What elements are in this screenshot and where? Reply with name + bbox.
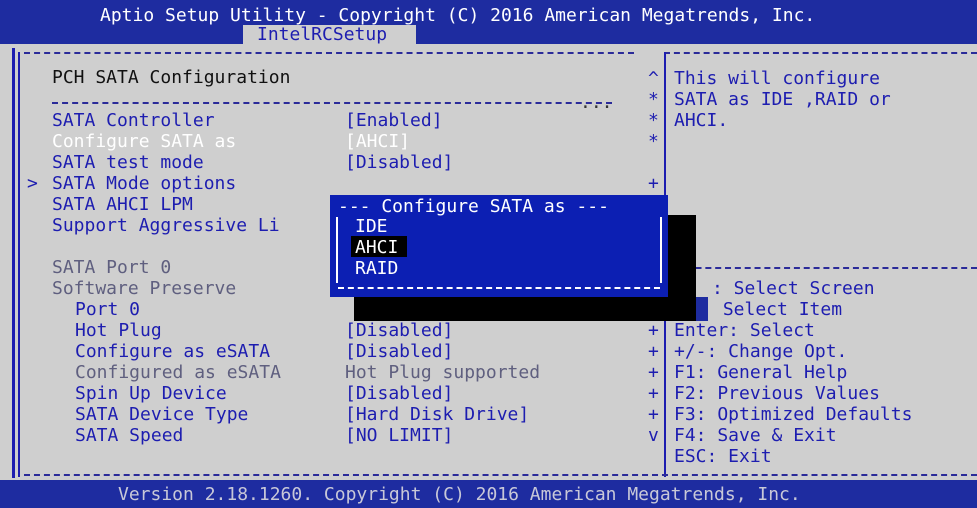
top-border-right <box>664 52 977 54</box>
popup-shadow-bottom <box>354 297 696 321</box>
footer-text: Version 2.18.1260. Copyright (C) 2016 Am… <box>118 484 801 505</box>
row-spin-up-value[interactable]: [Disabled] <box>345 383 453 404</box>
popup-option-raid[interactable]: RAID <box>355 258 398 279</box>
tab-intelrcsetup[interactable]: IntelRCSetup <box>243 24 416 45</box>
row-configure-sata-value[interactable]: [AHCI] <box>345 131 410 152</box>
help-line: AHCI. <box>674 110 729 131</box>
row-sata-ahci-lpm-label[interactable]: SATA AHCI LPM <box>52 194 193 215</box>
row-sata-controller-label[interactable]: SATA Controller <box>52 110 215 131</box>
row-configure-esata-value[interactable]: [Disabled] <box>345 341 453 362</box>
bios-screen: Aptio Setup Utility - Copyright (C) 2016… <box>0 0 977 508</box>
popup-title: --- Configure SATA as --- <box>338 196 609 217</box>
row-configure-sata-label[interactable]: Configure SATA as <box>52 131 236 152</box>
scroll-marker: + <box>648 383 659 404</box>
row-hot-plug-label[interactable]: Hot Plug <box>75 320 162 341</box>
bottom-border <box>24 474 977 476</box>
row-software-preserve-label: Software Preserve <box>52 278 237 299</box>
scroll-marker: * <box>648 89 659 110</box>
row-device-type-label[interactable]: SATA Device Type <box>75 404 248 425</box>
row-configured-esata-value: Hot Plug supported <box>345 362 541 383</box>
ellipsis: ... <box>580 92 613 113</box>
section-title: PCH SATA Configuration <box>52 67 291 88</box>
key-esc: ESC: Exit <box>674 446 772 467</box>
scroll-marker: + <box>648 173 659 194</box>
popup-option-ide[interactable]: IDE <box>355 216 388 237</box>
row-hot-plug-value[interactable]: [Disabled] <box>345 320 453 341</box>
popup-left-border <box>336 217 338 283</box>
row-device-type-value[interactable]: [Hard Disk Drive] <box>345 404 529 425</box>
top-border-left <box>24 52 634 54</box>
scroll-marker: + <box>648 404 659 425</box>
key-f3: F3: Optimized Defaults <box>674 404 913 425</box>
row-sata-mode-options-label[interactable]: SATA Mode options <box>52 173 236 194</box>
row-spin-up-label[interactable]: Spin Up Device <box>75 383 227 404</box>
left-accent <box>12 48 15 478</box>
section-rule <box>52 102 612 104</box>
row-configure-esata-label[interactable]: Configure as eSATA <box>75 341 270 362</box>
key-f1: F1: General Help <box>674 362 848 383</box>
select-item-marker <box>696 297 708 321</box>
scroll-up-marker: ^ <box>648 68 659 89</box>
submenu-arrow: > <box>27 173 38 194</box>
row-port0-label[interactable]: Port 0 <box>75 299 140 320</box>
key-f4: F4: Save & Exit <box>674 425 837 446</box>
help-divider <box>666 267 977 269</box>
scroll-marker: + <box>648 362 659 383</box>
tab-label: IntelRCSetup <box>257 24 388 45</box>
scroll-down-marker: v <box>648 425 659 446</box>
row-sata-speed-label[interactable]: SATA Speed <box>75 425 183 446</box>
scroll-marker: + <box>648 320 659 341</box>
row-sata-test-mode-value[interactable]: [Disabled] <box>345 152 453 173</box>
row-sata-port0-label: SATA Port 0 <box>52 257 172 278</box>
popup-bottom-border <box>338 287 660 289</box>
left-border <box>18 52 20 477</box>
window-title: Aptio Setup Utility - Copyright (C) 2016… <box>100 5 816 26</box>
row-support-aggressive-label[interactable]: Support Aggressive Li <box>52 215 280 236</box>
key-select-screen: : Select Screen <box>712 278 875 299</box>
key-f2: F2: Previous Values <box>674 383 880 404</box>
row-sata-controller-value[interactable]: [Enabled] <box>345 110 443 131</box>
popup-option-ahci[interactable]: AHCI <box>355 237 398 258</box>
row-sata-test-mode-label[interactable]: SATA test mode <box>52 152 204 173</box>
key-select-item: Select Item <box>712 299 843 320</box>
row-configured-esata-label: Configured as eSATA <box>75 362 281 383</box>
popup-right-border <box>660 217 662 283</box>
row-sata-speed-value[interactable]: [NO LIMIT] <box>345 425 453 446</box>
scroll-marker: * <box>648 131 659 152</box>
help-line: SATA as IDE ,RAID or <box>674 89 891 110</box>
key-enter: Enter: Select <box>674 320 815 341</box>
key-change-opt: +/-: Change Opt. <box>674 341 848 362</box>
scroll-marker: + <box>648 341 659 362</box>
help-line: This will configure <box>674 68 880 89</box>
scroll-marker: * <box>648 110 659 131</box>
